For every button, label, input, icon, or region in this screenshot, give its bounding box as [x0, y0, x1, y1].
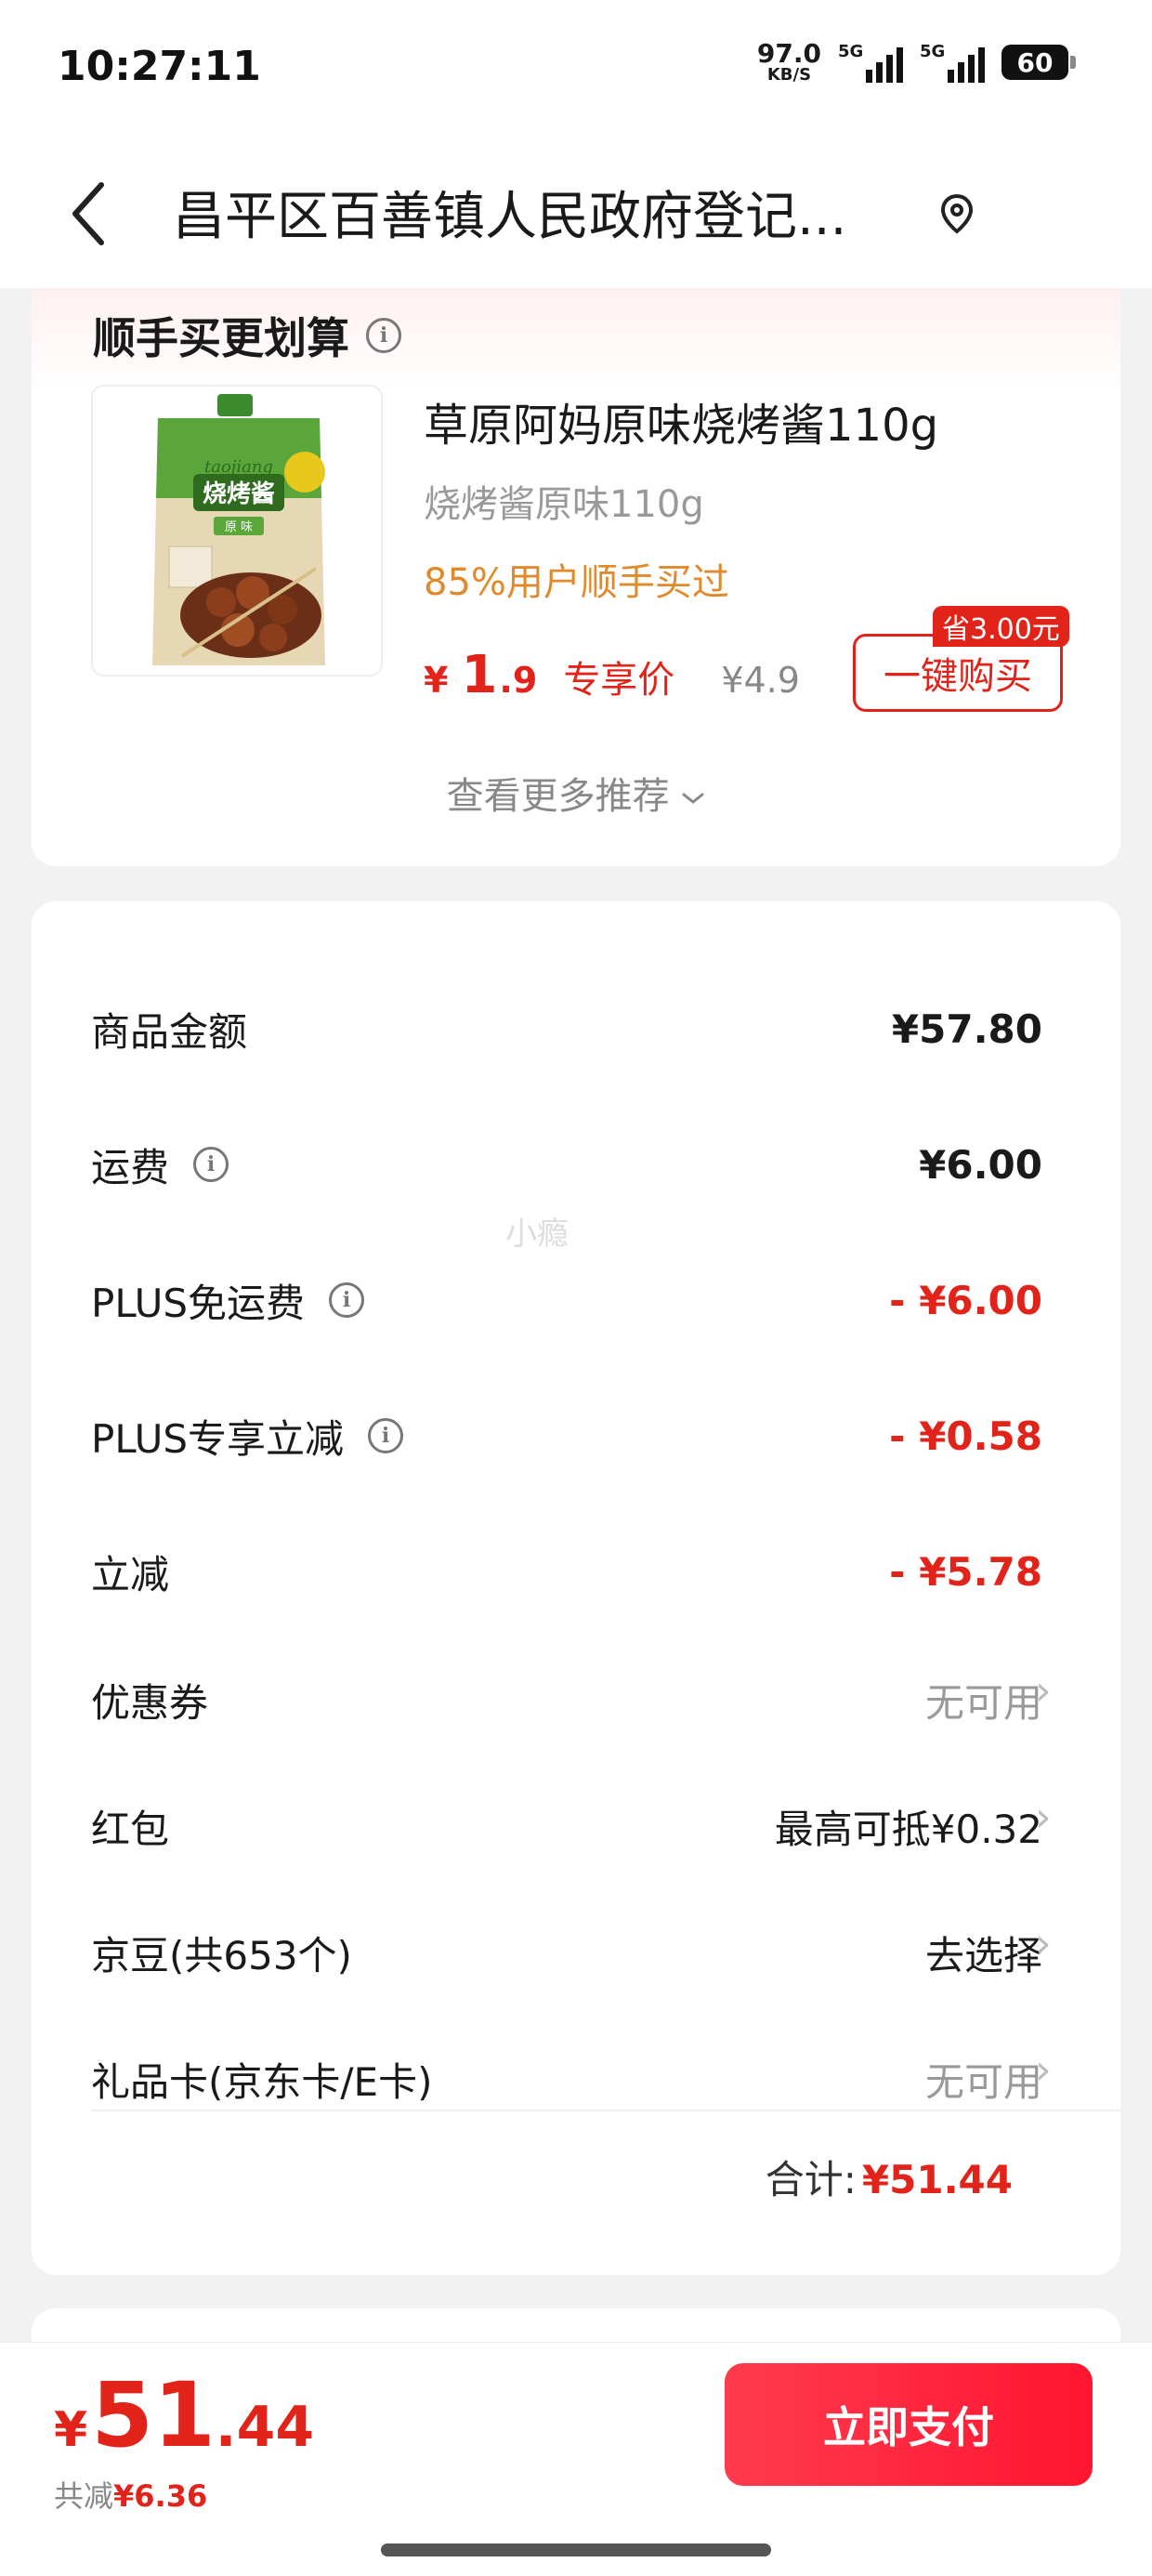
price-tag: 专享价: [563, 659, 675, 702]
signal-label: 5G: [920, 42, 946, 61]
instant-discount-row: 立减 - ¥5.78: [91, 1539, 1042, 1604]
shipping-label: 运费: [91, 1144, 170, 1190]
shipping-label-group: 运费 i: [91, 1137, 229, 1193]
back-button[interactable]: [56, 177, 121, 251]
jd-beans-label: 京豆(共653个): [91, 1932, 352, 1978]
chevron-right-icon: ›: [1035, 1794, 1052, 1841]
gift-card-value: 无可用: [924, 2058, 1042, 2105]
shipping-row: 运费 i ¥6.00: [91, 1132, 1042, 1197]
total-value: ¥51.44: [861, 2157, 1013, 2202]
gift-card-row[interactable]: 礼品卡(京东卡/E卡) 无可用: [91, 2046, 1042, 2111]
page-header: 昌平区百善镇人民政府登记...: [0, 139, 1152, 288]
divider: [91, 2109, 1120, 2111]
info-icon[interactable]: i: [366, 318, 401, 353]
total-label: 合计:: [765, 2157, 857, 2202]
pouch-brand-text: taojiang: [204, 457, 273, 477]
status-icons: 97.0 KB/S 5G 5G 60: [757, 41, 1076, 84]
address-title[interactable]: 昌平区百善镇人民政府登记...: [173, 175, 916, 250]
price-integer: 1: [461, 645, 498, 705]
product-price: ¥ 1 .9 专享价 ¥4.9: [424, 645, 800, 705]
signal-label: 5G: [838, 42, 864, 61]
saved-label: 共减: [54, 2478, 114, 2514]
product-image[interactable]: taojiang 烧烤酱 原 味: [91, 385, 383, 677]
pouch-flavor-text: 原 味: [225, 520, 253, 534]
more-recommend-link[interactable]: 查看更多推荐: [32, 766, 1120, 820]
recommend-card: 顺手买更划算 i taojiang 烧烤酱 原 味 草原阿妈原味烧烤酱110g …: [32, 288, 1120, 866]
status-bar: 10:27:11 97.0 KB/S 5G 5G 60: [0, 0, 1152, 139]
info-icon[interactable]: i: [193, 1147, 229, 1182]
pay-decimal: .44: [215, 2395, 315, 2460]
pay-currency: ¥: [54, 2402, 88, 2458]
total-row: 合计: ¥51.44: [766, 2149, 1013, 2205]
red-packet-value: 最高可抵¥0.32: [774, 1806, 1042, 1852]
checkout-bar: ¥ 51 .44 共减¥6.36 立即支付: [0, 2342, 1152, 2576]
info-icon[interactable]: i: [368, 1418, 404, 1453]
red-packet-label: 红包: [91, 1806, 170, 1852]
recommend-title-text: 顺手买更划算: [93, 313, 349, 363]
pay-integer: 51: [91, 2363, 216, 2467]
original-price: ¥4.9: [721, 660, 800, 701]
plus-free-shipping-value: - ¥6.00: [889, 1277, 1042, 1323]
watermark: 小瘾: [505, 1216, 569, 1253]
plus-free-shipping-label: PLUS免运费: [91, 1280, 306, 1326]
jd-beans-value: 去选择: [924, 1932, 1042, 1978]
product-hint: 85%用户顺手买过: [424, 561, 729, 604]
product-spec: 烧烤酱原味110g: [424, 483, 704, 526]
chevron-right-icon: ›: [1035, 1667, 1052, 1715]
coupon-row[interactable]: 优惠券 无可用: [91, 1667, 1042, 1732]
chevron-right-icon: ›: [1035, 1920, 1052, 1967]
goods-amount-row: 商品金额 ¥57.80: [91, 996, 1042, 1061]
signal-5g-icon: 5G: [920, 42, 985, 83]
red-packet-row[interactable]: 红包 最高可抵¥0.32: [91, 1794, 1042, 1859]
network-speed-value: 97.0: [756, 38, 821, 69]
info-icon[interactable]: i: [329, 1282, 365, 1318]
instant-discount-value: - ¥5.78: [889, 1548, 1042, 1595]
plus-discount-row: PLUS专享立减 i - ¥0.58: [91, 1403, 1042, 1468]
jd-beans-row[interactable]: 京豆(共653个) 去选择: [91, 1920, 1042, 1985]
plus-free-shipping-label-group: PLUS免运费 i: [91, 1272, 365, 1329]
plus-free-shipping-row: PLUS免运费 i - ¥6.00: [91, 1268, 1042, 1333]
sauce-pouch-image: taojiang 烧烤酱 原 味: [93, 387, 381, 675]
plus-discount-value: - ¥0.58: [889, 1413, 1042, 1459]
more-recommend-label: 查看更多推荐: [446, 775, 670, 818]
chevron-right-icon: ›: [1035, 2046, 1052, 2094]
product-name[interactable]: 草原阿妈原味烧烤酱110g: [424, 388, 938, 453]
home-indicator[interactable]: [381, 2543, 771, 2556]
gift-card-label: 礼品卡(京东卡/E卡): [91, 2058, 433, 2105]
signal-5g-icon: 5G: [838, 42, 903, 83]
goods-amount-label: 商品金额: [91, 1008, 248, 1055]
pay-now-button[interactable]: 立即支付: [725, 2363, 1093, 2486]
battery-icon: 60: [1001, 45, 1076, 80]
instant-discount-label: 立减: [91, 1551, 170, 1597]
price-decimal: .9: [499, 660, 538, 701]
plus-discount-label: PLUS专享立减: [91, 1415, 345, 1462]
battery-level: 60: [1016, 46, 1054, 78]
cost-summary-card: 小瘾 商品金额 ¥57.80 运费 i ¥6.00 PLUS免运费 i - ¥6…: [32, 901, 1120, 2275]
network-speed-unit: KB/S: [766, 65, 812, 85]
status-time: 10:27:11: [58, 43, 261, 90]
pouch-name-text: 烧烤酱: [203, 480, 275, 508]
shipping-value: ¥6.00: [919, 1141, 1042, 1188]
coupon-value: 无可用: [924, 1679, 1042, 1726]
price-currency: ¥: [424, 660, 449, 701]
total-saved: 共减¥6.36: [54, 2473, 207, 2516]
save-badge: 省3.00元: [933, 606, 1069, 647]
location-pin-icon[interactable]: [940, 193, 974, 234]
plus-discount-label-group: PLUS专享立减 i: [91, 1408, 404, 1465]
recommend-title: 顺手买更划算 i: [93, 305, 401, 366]
saved-value: ¥6.36: [113, 2478, 208, 2514]
network-speed: 97.0 KB/S: [757, 41, 821, 84]
goods-amount-value: ¥57.80: [891, 1005, 1042, 1052]
pay-total: ¥ 51 .44: [54, 2363, 314, 2467]
chevron-down-icon: [682, 793, 704, 804]
chevron-left-icon: [72, 182, 104, 245]
coupon-label: 优惠券: [91, 1679, 209, 1726]
